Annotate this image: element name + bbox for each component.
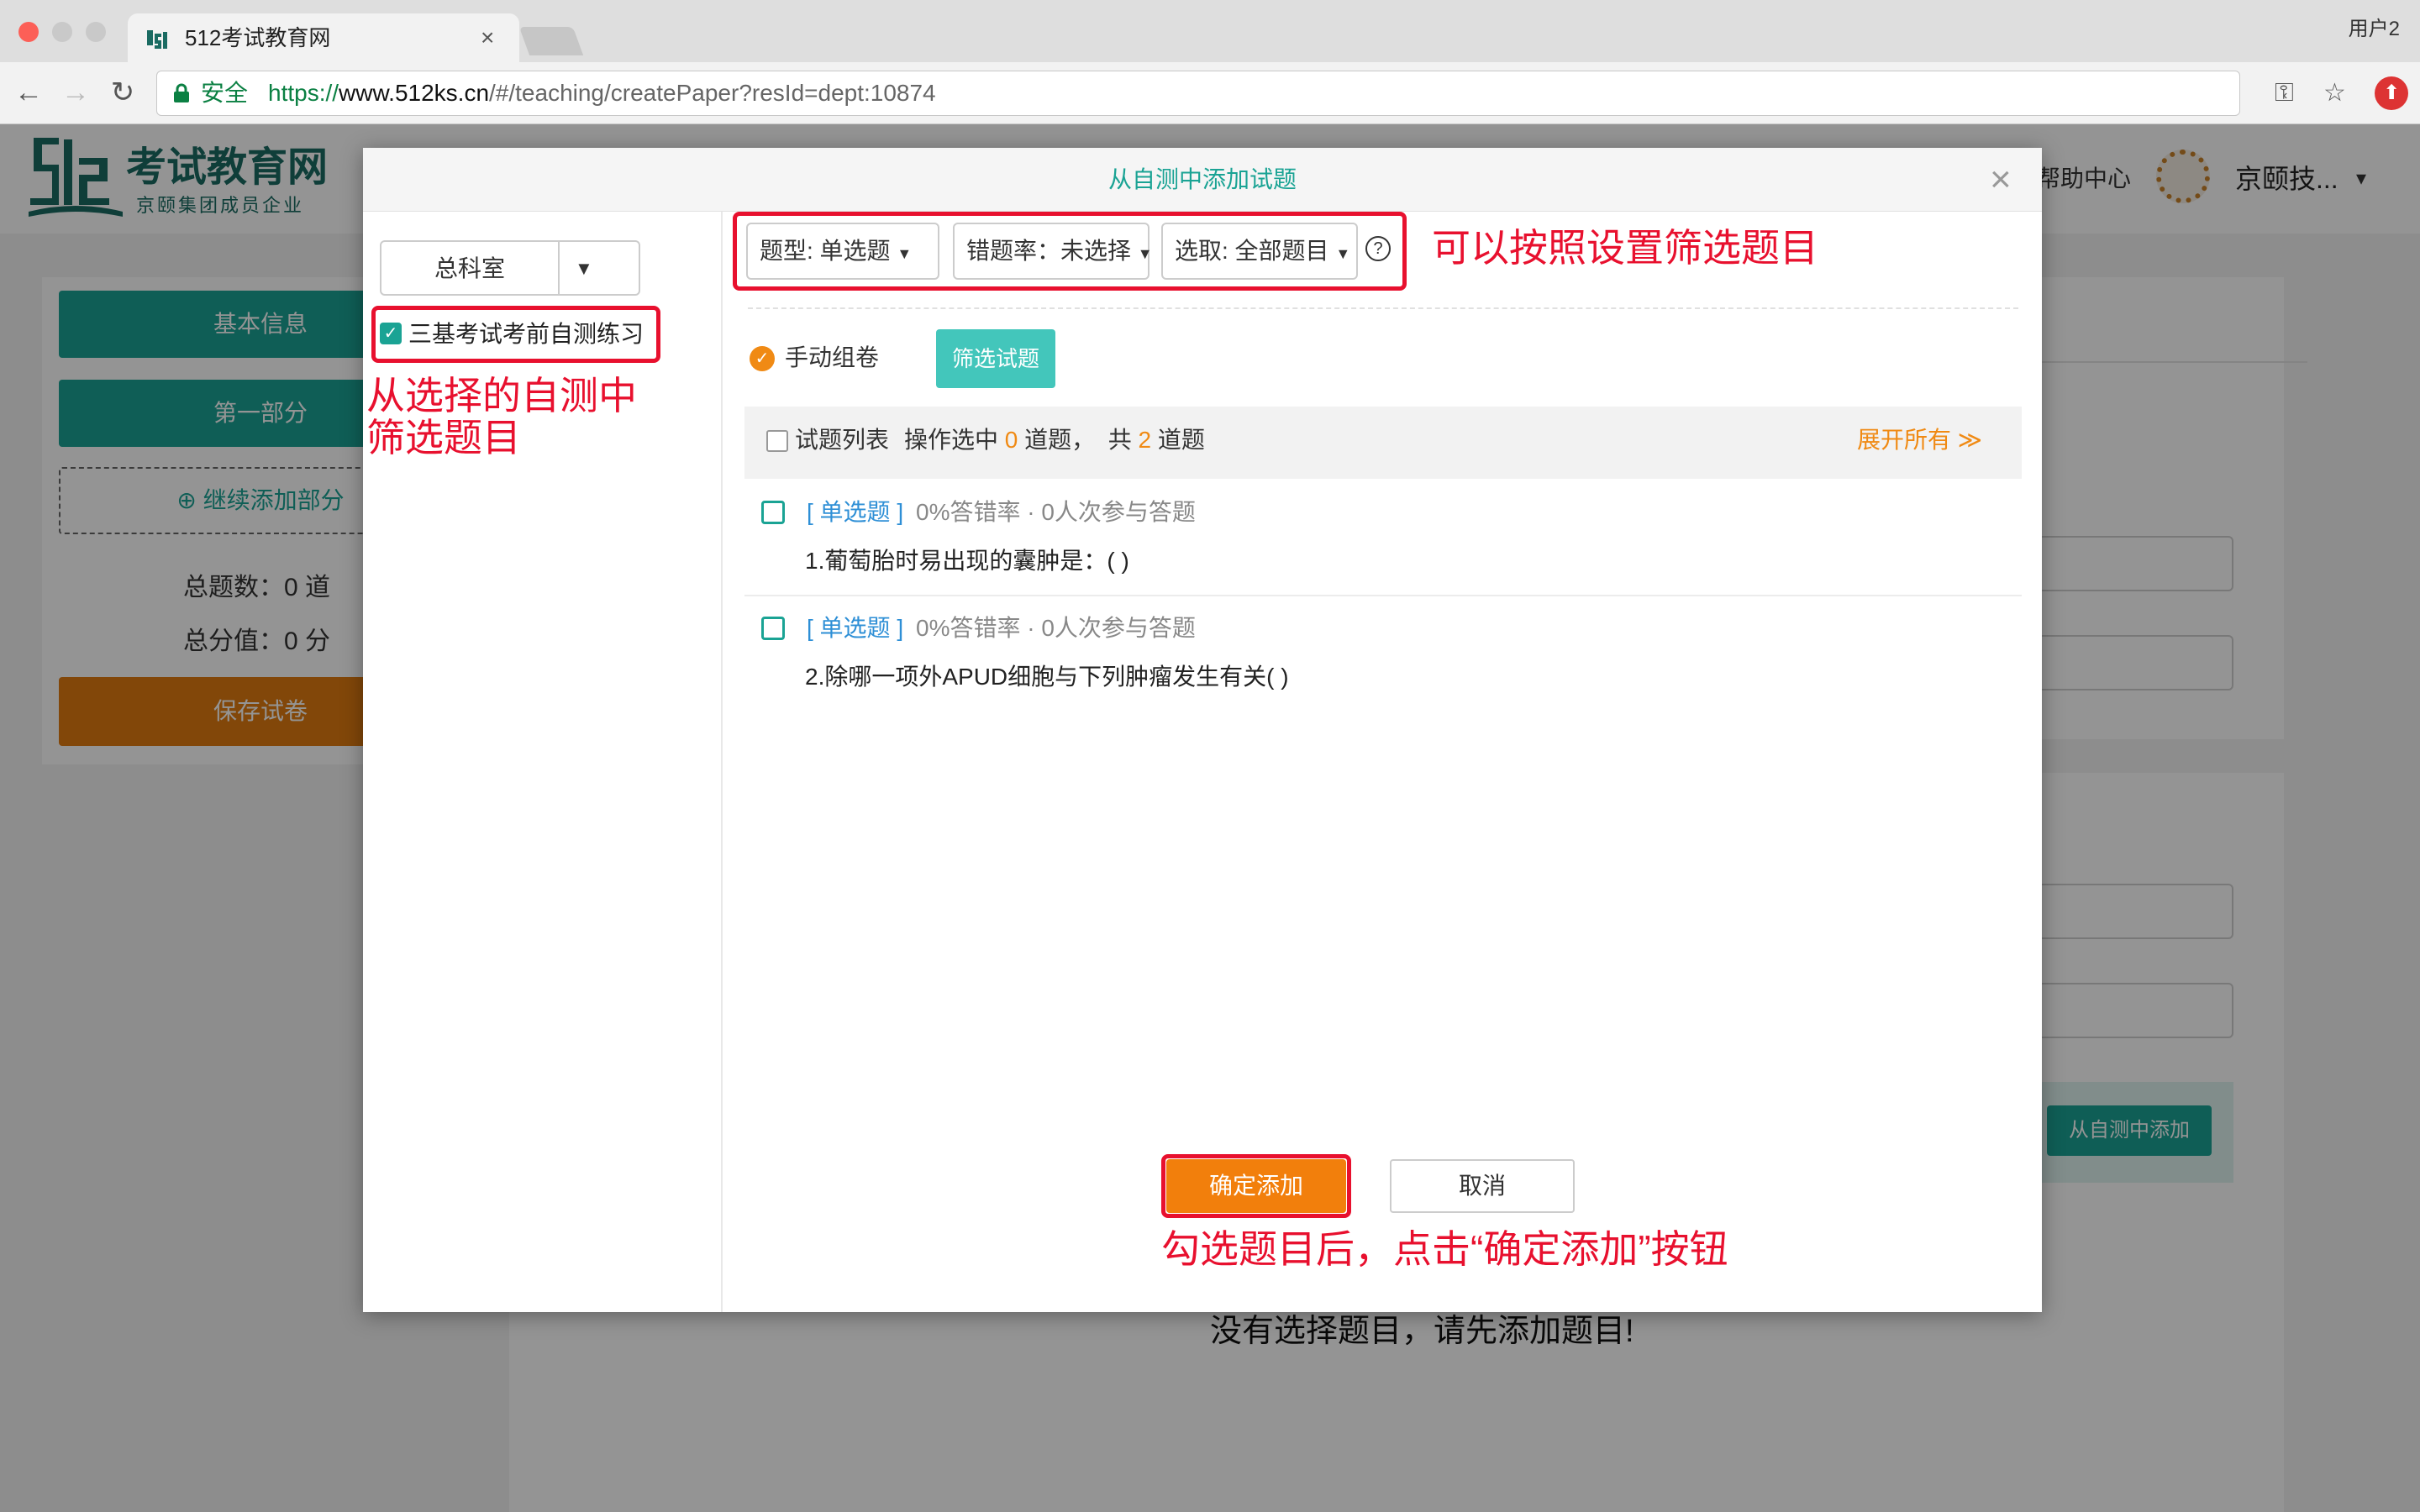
question-type-tag: [ 单选题 ] — [807, 615, 904, 641]
reload-icon[interactable]: ↻ — [106, 76, 139, 109]
filter-highlight-box — [733, 212, 1407, 291]
selected-prefix: 操作选中 — [904, 427, 999, 453]
url-scheme: https:// — [268, 80, 339, 106]
url-host: www.512ks.cn — [339, 80, 490, 106]
selected-count-text: 操作选中 0 道题， 共 2 道题 — [904, 425, 1205, 455]
modal-title: 从自测中添加试题 — [1107, 166, 1297, 192]
selftest-highlight-box — [371, 306, 660, 363]
profile-user-label[interactable]: 用户2 — [2349, 17, 2400, 42]
close-window-icon[interactable] — [18, 22, 39, 42]
back-icon[interactable]: ← — [12, 76, 45, 109]
department-select[interactable]: 总科室 ▼ — [380, 240, 640, 296]
question-checkbox[interactable] — [761, 617, 785, 640]
caret-down-icon[interactable]: ▼ — [575, 254, 593, 284]
selected-suffix: 道题， — [1024, 427, 1096, 453]
question-text: 2.除哪一项外APUD细胞与下列肿瘤发生有关( ) — [805, 664, 1289, 690]
question-checkbox[interactable] — [761, 501, 785, 524]
extension-icon[interactable]: ⬆ — [2375, 76, 2408, 110]
browser-tab[interactable]: 512考试教育网 × — [128, 13, 519, 62]
filter-hint: 可以按照设置筛选题目 — [1432, 226, 1818, 270]
forward-icon[interactable]: → — [59, 76, 92, 109]
add-from-selftest-modal: 从自测中添加试题 × 总科室 ▼ ✓ 三基考试考前自测练习 从选择的自测中 筛选… — [363, 148, 2042, 1312]
total-suffix: 道题 — [1157, 427, 1205, 453]
expand-all-link[interactable]: 展开所有 ≫ — [1857, 425, 1982, 455]
divider — [744, 595, 2022, 596]
question-type-tag: [ 单选题 ] — [807, 499, 904, 525]
close-icon[interactable]: × — [1990, 160, 2012, 200]
secure-label: 安全 — [201, 80, 249, 106]
selected-count: 0 — [1004, 427, 1018, 453]
question-meta: 0%答错率 · 0人次参与答题 — [916, 615, 1196, 641]
url-text[interactable]: https://www.512ks.cn/#/teaching/createPa… — [268, 79, 936, 108]
url-path: /#/teaching/createPaper?resId=dept:10874 — [489, 80, 936, 106]
total-prefix: 共 — [1107, 427, 1132, 453]
question-meta: 0%答错率 · 0人次参与答题 — [916, 499, 1196, 525]
address-bar[interactable]: 安全 https://www.512ks.cn/#/teaching/creat… — [156, 71, 2346, 116]
maximize-window-icon[interactable] — [86, 22, 106, 42]
divider — [748, 307, 2018, 309]
site-favicon-icon — [147, 30, 167, 49]
tab-close-icon[interactable]: × — [481, 24, 494, 52]
question-list-label: 试题列表 — [795, 427, 890, 453]
confirm-hint: 勾选题目后，点击“确定添加”按钮 — [1161, 1227, 1728, 1271]
browser-titlebar: 512考试教育网 × 用户2 — [0, 0, 2420, 62]
star-icon[interactable]: ☆ — [2323, 78, 2346, 108]
question-text: 1.葡萄胎时易出现的囊肿是：( ) — [805, 548, 1129, 574]
confirm-highlight-box — [1161, 1154, 1351, 1218]
tab-title: 512考试教育网 — [185, 25, 331, 50]
minimize-window-icon[interactable] — [52, 22, 72, 42]
manual-compose-radio[interactable]: ✓ — [750, 346, 775, 371]
new-tab-button[interactable] — [518, 27, 584, 55]
select-all-checkbox[interactable] — [766, 430, 788, 452]
selftest-hint-line2: 筛选题目 — [366, 416, 521, 459]
filter-questions-button[interactable]: 筛选试题 — [936, 329, 1055, 388]
divider — [558, 242, 560, 294]
cancel-button[interactable]: 取消 — [1390, 1159, 1575, 1213]
manual-compose-label[interactable]: 手动组卷 — [785, 343, 879, 373]
modal-header: 从自测中添加试题 × — [363, 148, 2042, 212]
selftest-hint-line1: 从选择的自测中 — [366, 374, 637, 417]
total-count: 2 — [1138, 427, 1152, 453]
department-select-value: 总科室 — [434, 255, 505, 281]
lock-icon — [174, 83, 189, 102]
key-icon[interactable]: ⚿ — [2275, 78, 2294, 108]
browser-toolbar: ← → ↻ 安全 https://www.512ks.cn/#/teaching… — [0, 62, 2420, 124]
